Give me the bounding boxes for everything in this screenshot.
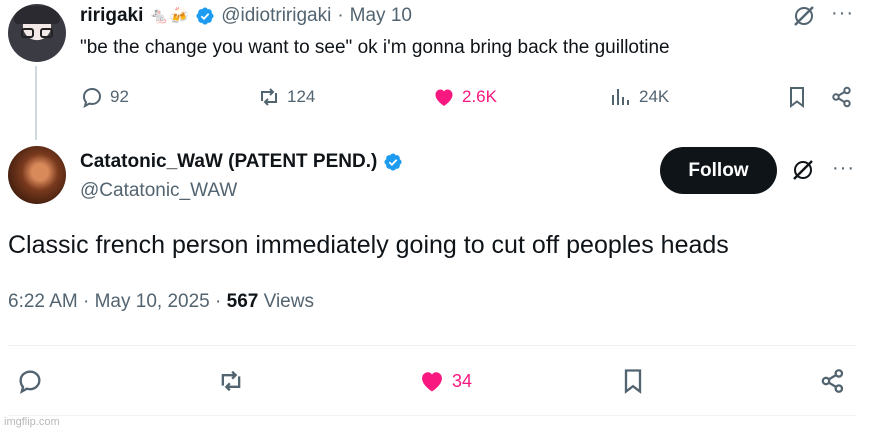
bookmark-button[interactable] — [785, 84, 809, 110]
follow-button[interactable]: Follow — [660, 147, 777, 194]
like-button[interactable]: 2.6K — [432, 84, 497, 110]
tweet-text: Classic french person immediately going … — [8, 231, 729, 259]
tweet-date[interactable]: May 10, 2025 — [95, 291, 210, 312]
share-icon — [821, 369, 844, 393]
reply-button[interactable]: 92 — [80, 84, 129, 110]
grok-icon[interactable] — [791, 158, 815, 182]
repost-button[interactable] — [217, 366, 245, 396]
handle[interactable]: @Catatonic_WAW — [80, 180, 237, 202]
thread-line — [35, 66, 37, 140]
tweet-text: "be the change you want to see" ok i'm g… — [80, 37, 670, 58]
tweet-meta: 6:22 AM · May 10, 2025 · 567 Views — [8, 291, 314, 313]
parent-tweet-header: ririgaki 🐁🍻 @idiotririgaki · May 10 — [80, 4, 412, 28]
repost-icon — [261, 88, 277, 106]
separator: · — [215, 291, 222, 312]
views-count: 24K — [639, 87, 670, 106]
like-icon — [435, 89, 453, 106]
more-icon[interactable]: ··· — [831, 2, 854, 25]
separator: · — [83, 291, 90, 312]
reply-icon — [19, 370, 41, 394]
divider — [8, 345, 856, 346]
grok-icon[interactable] — [792, 4, 816, 28]
like-count: 2.6K — [462, 87, 497, 106]
reply-count: 92 — [110, 87, 129, 106]
divider — [8, 415, 856, 416]
repost-count: 124 — [287, 87, 316, 106]
bookmark-icon — [624, 369, 642, 394]
watermark: imgflip.com — [4, 416, 60, 428]
share-button[interactable] — [830, 84, 854, 110]
views-icon — [612, 89, 629, 105]
repost-button[interactable]: 124 — [257, 84, 315, 110]
handle[interactable]: @idiotririgaki — [221, 5, 331, 27]
like-count: 34 — [452, 370, 473, 391]
avatar[interactable] — [8, 4, 66, 62]
bookmark-icon — [790, 87, 804, 108]
avatar-hair — [14, 6, 60, 24]
display-name[interactable]: Catatonic_WaW (PATENT PEND.) — [80, 151, 377, 173]
reply-button[interactable] — [16, 366, 44, 396]
tweet-time[interactable]: 6:22 AM — [8, 291, 78, 312]
avatar[interactable] — [8, 146, 66, 204]
like-icon — [422, 372, 442, 392]
main-tweet-header: Catatonic_WaW (PATENT PEND.) — [80, 150, 403, 174]
verified-badge-icon — [196, 7, 214, 25]
separator: · — [337, 5, 344, 26]
tweet-date[interactable]: May 10 — [350, 5, 412, 27]
share-icon — [832, 86, 851, 108]
views-label: Views — [263, 291, 314, 312]
like-button[interactable]: 34 — [418, 366, 472, 396]
more-icon[interactable]: ··· — [832, 157, 855, 180]
views-button[interactable]: 24K — [609, 84, 669, 110]
repost-icon — [221, 370, 241, 392]
views-count: 567 — [226, 291, 259, 312]
avatar-glasses — [21, 28, 53, 38]
display-name[interactable]: ririgaki — [80, 5, 143, 27]
verified-badge-icon — [384, 153, 402, 171]
name-emoji: 🐁🍻 — [149, 8, 190, 25]
bookmark-button[interactable] — [619, 366, 647, 396]
reply-icon — [82, 87, 102, 109]
share-button[interactable] — [819, 366, 847, 396]
